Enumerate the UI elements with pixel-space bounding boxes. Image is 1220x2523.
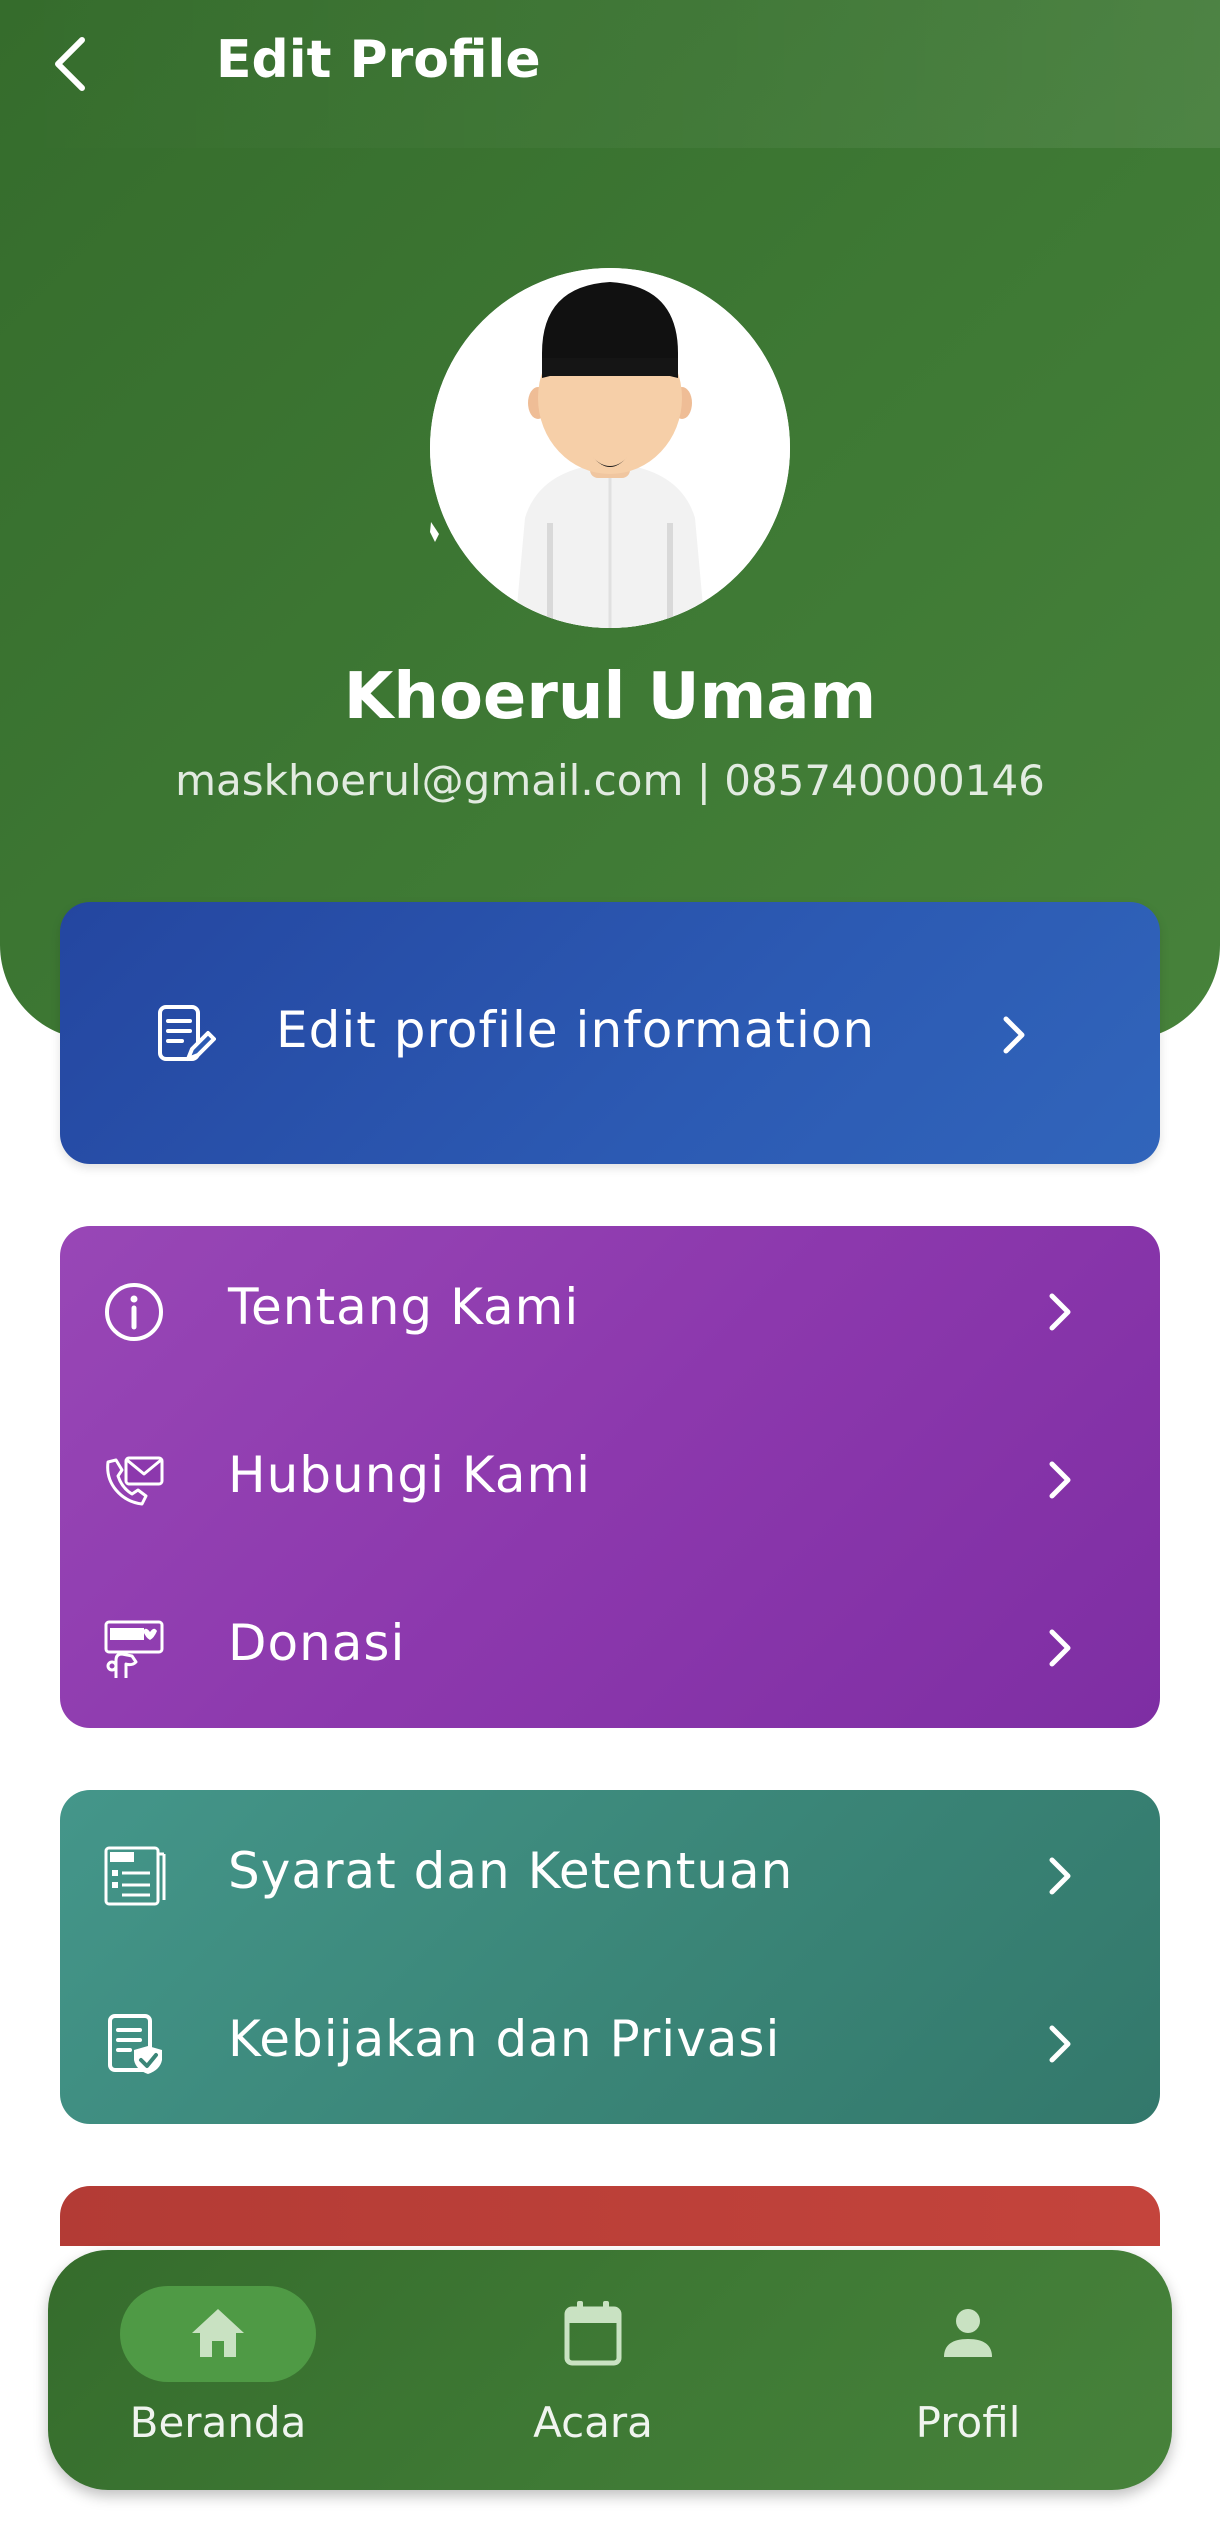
menu-item-label: Donasi [228, 1614, 406, 1672]
chevron-right-icon [1049, 1857, 1071, 1895]
menu-item-label: Kebijakan dan Privasi [228, 2010, 781, 2068]
page-title: Edit Profile [216, 30, 541, 90]
nav-item-acara[interactable]: Acara [455, 2250, 755, 2490]
avatar-illustration [430, 268, 790, 628]
contact-mail-icon [106, 1456, 164, 1506]
edit-profile-information-button[interactable]: Edit profile information [60, 949, 1160, 1117]
menu-item-tentang-kami[interactable]: Tentang Kami [60, 1226, 1160, 1394]
edit-avatar-indicator[interactable] [428, 520, 442, 544]
person-icon [944, 2309, 992, 2357]
back-button[interactable] [30, 24, 110, 104]
edit-profile-label: Edit profile information [276, 1001, 876, 1059]
nav-item-beranda[interactable]: Beranda [80, 2250, 380, 2490]
nav-label: Acara [533, 2398, 653, 2447]
donate-icon [104, 1620, 164, 1678]
profile-contact: maskhoerul@gmail.com | 085740000146 [175, 756, 1045, 805]
menu-item-hubungi-kami[interactable]: Hubungi Kami [60, 1394, 1160, 1562]
chevron-right-icon [1003, 1016, 1025, 1054]
bottom-navigation: Beranda Acara Profil [48, 2250, 1172, 2490]
menu-item-label: Syarat dan Ketentuan [228, 1842, 794, 1900]
logout-card-partial[interactable] [60, 2186, 1160, 2246]
profile-name: Khoerul Umam [343, 660, 877, 734]
nav-label: Profil [915, 2398, 1021, 2447]
chevron-right-icon [1049, 2025, 1071, 2063]
avatar[interactable] [430, 268, 790, 628]
calendar-icon [564, 2301, 622, 2366]
menu-item-syarat-dan-ketentuan[interactable]: Syarat dan Ketentuan [60, 1790, 1160, 1958]
app-bar: Edit Profile [0, 0, 1220, 148]
home-icon [192, 2309, 244, 2357]
edit-document-icon [158, 1005, 216, 1061]
menu-item-kebijakan-dan-privasi[interactable]: Kebijakan dan Privasi [60, 1958, 1160, 2126]
legal-menu-card: Syarat dan Ketentuan Kebijakan dan Priva… [60, 1790, 1160, 2124]
nav-label: Beranda [129, 2398, 307, 2447]
menu-item-label: Hubungi Kami [228, 1446, 592, 1504]
menu-item-label: Tentang Kami [228, 1278, 580, 1336]
privacy-policy-icon [108, 2014, 162, 2074]
chevron-right-icon [1049, 1461, 1071, 1499]
info-icon [105, 1283, 163, 1341]
menu-item-donasi[interactable]: Donasi [60, 1562, 1160, 1730]
chevron-right-icon [1049, 1293, 1071, 1331]
terms-icon [104, 1846, 166, 1906]
nav-item-profil[interactable]: Profil [830, 2250, 1130, 2490]
info-menu-card: Tentang Kami Hubungi Kami Donasi [60, 1226, 1160, 1728]
chevron-left-icon [55, 37, 85, 91]
chevron-right-icon [1049, 1629, 1071, 1667]
edit-profile-card: Edit profile information [60, 902, 1160, 1164]
